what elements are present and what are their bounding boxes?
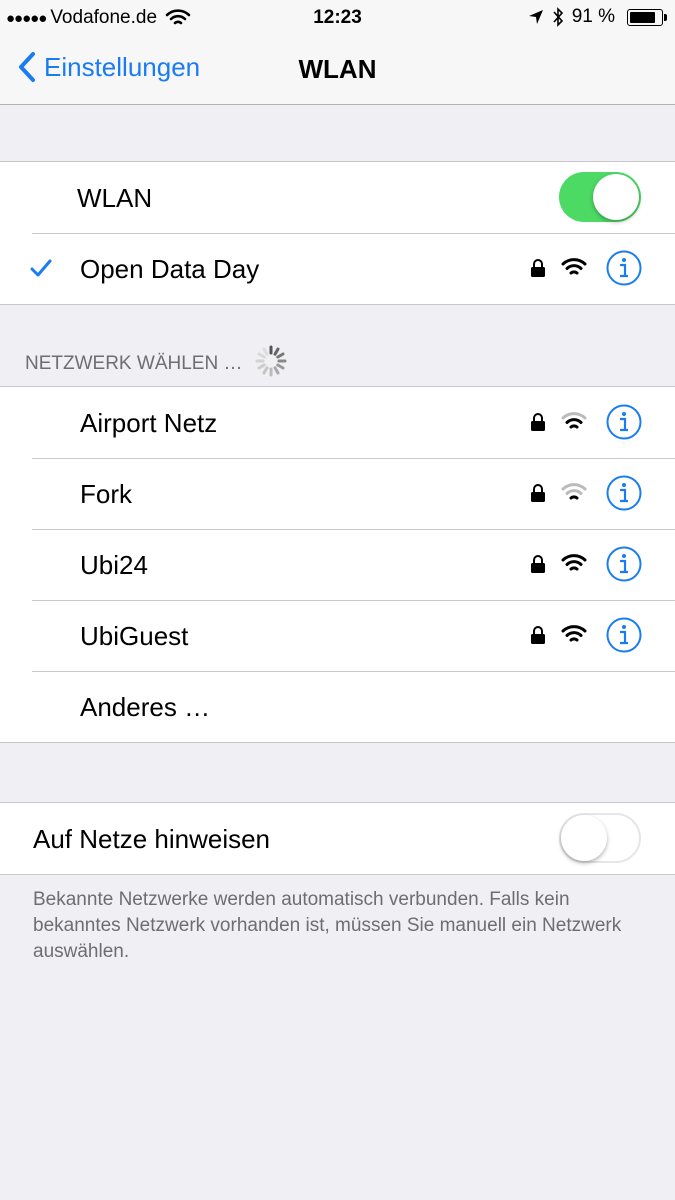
info-icon[interactable]	[606, 617, 642, 653]
wlan-group: WLAN Open Data Day	[0, 161, 675, 305]
choose-network-header: NETZWERK WÄHLEN …	[25, 345, 288, 378]
ask-to-join-label: Auf Netze hinweisen	[33, 824, 271, 854]
toggle-knob	[561, 815, 607, 861]
info-icon[interactable]	[606, 546, 642, 582]
wifi-signal-icon	[561, 412, 587, 429]
lock-icon	[531, 259, 545, 277]
battery-percent: 91 %	[571, 6, 615, 27]
info-icon[interactable]	[606, 250, 642, 286]
wlan-label: WLAN	[77, 183, 153, 213]
wifi-signal-icon	[561, 625, 587, 642]
wlan-toggle[interactable]	[559, 172, 641, 222]
network-name: Airport Netz	[80, 408, 218, 438]
battery-fill	[630, 11, 655, 23]
info-icon[interactable]	[606, 404, 642, 440]
info-icon[interactable]	[606, 475, 642, 511]
connected-network-name: Open Data Day	[80, 254, 260, 284]
network-name: Fork	[80, 479, 132, 509]
other-network-label: Anderes …	[80, 692, 211, 722]
page-title: WLAN	[298, 54, 377, 84]
wifi-signal-icon	[561, 554, 587, 571]
network-list: Airport Netz Fork Ubi24 UbiGuest Anderes…	[0, 386, 675, 743]
status-bar: ●●●●● Vodafone.de 12:23 91 %	[0, 0, 675, 36]
wifi-signal-icon	[561, 258, 587, 275]
network-name: Ubi24	[80, 550, 148, 580]
network-row[interactable]: Airport Netz	[0, 387, 675, 458]
footer-explanation: Bekannte Netzwerke werden automatisch ve…	[33, 889, 622, 962]
lock-icon	[531, 484, 545, 502]
ask-to-join-group: Auf Netze hinweisen	[0, 802, 675, 875]
network-name: UbiGuest	[80, 621, 189, 651]
network-row[interactable]: Fork	[0, 458, 675, 529]
network-row[interactable]: UbiGuest	[0, 600, 675, 671]
lock-icon	[531, 626, 545, 644]
location-arrow-icon	[528, 10, 543, 24]
loading-spinner-icon	[255, 345, 287, 377]
navigation-bar: Einstellungen WLAN	[0, 36, 675, 105]
wifi-signal-icon	[561, 483, 587, 500]
checkmark-icon	[30, 259, 52, 277]
bluetooth-icon	[553, 7, 563, 27]
other-network-row[interactable]: Anderes …	[0, 671, 675, 742]
ask-to-join-row: Auf Netze hinweisen	[0, 803, 675, 874]
connected-network-row[interactable]: Open Data Day	[0, 233, 675, 304]
network-row[interactable]: Ubi24	[0, 529, 675, 600]
ask-to-join-toggle[interactable]	[559, 813, 641, 863]
battery-icon	[627, 8, 667, 26]
wlan-toggle-row: WLAN	[0, 162, 675, 233]
section-header-label: NETZWERK WÄHLEN …	[25, 353, 243, 374]
lock-icon	[531, 555, 545, 573]
status-right-group: 91 %	[528, 6, 667, 28]
toggle-knob	[593, 174, 639, 220]
lock-icon	[531, 413, 545, 431]
